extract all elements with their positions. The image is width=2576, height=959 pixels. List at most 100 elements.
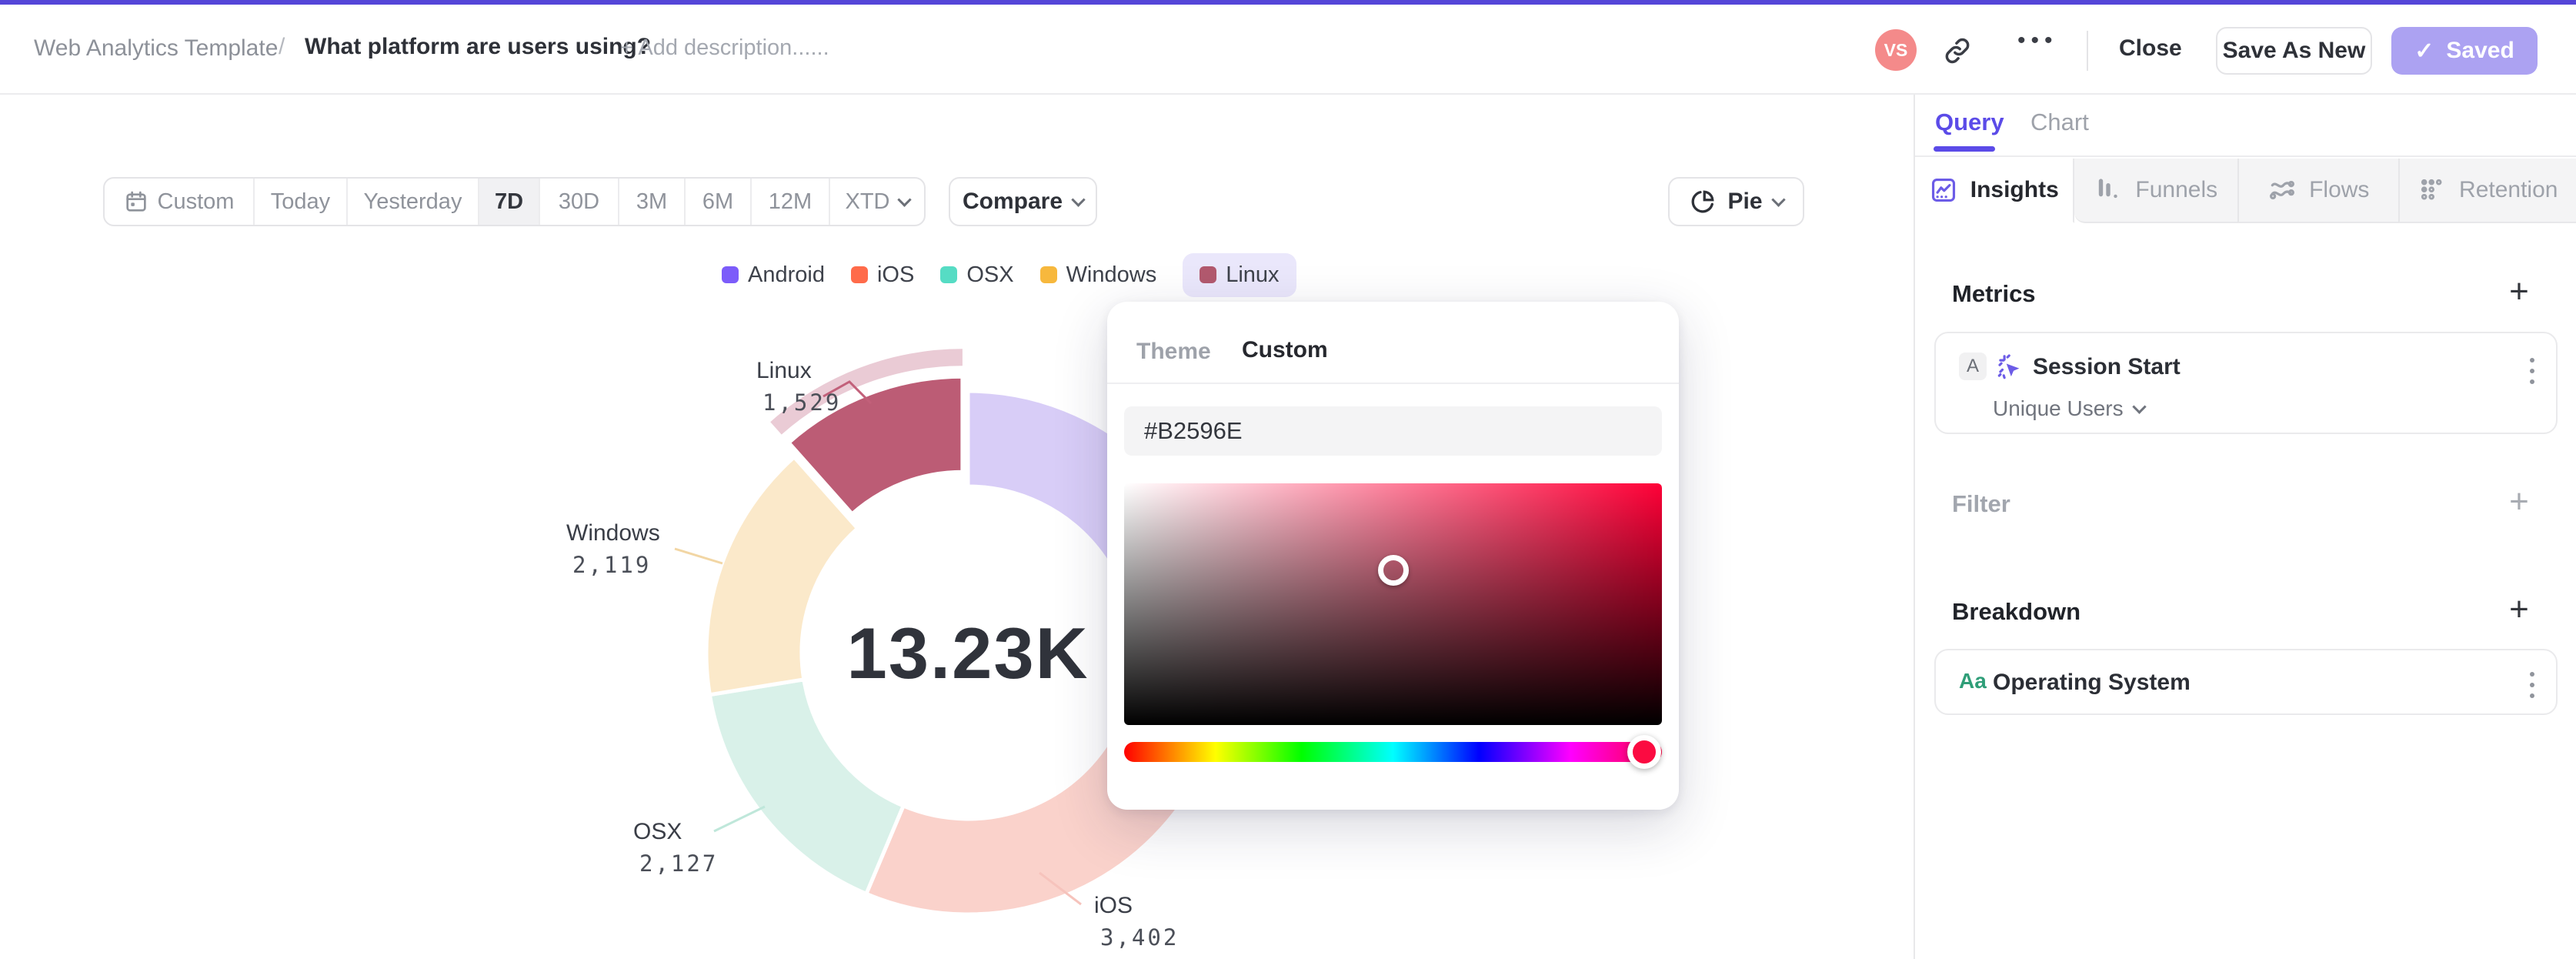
chart-legend: Android iOS OSX Windows Linux — [722, 252, 1296, 297]
add-filter-button[interactable]: + — [2502, 485, 2536, 519]
compare-button[interactable]: Compare — [949, 177, 1097, 226]
saved-button[interactable]: ✓ Saved — [2391, 27, 2538, 75]
pie-slice-osx[interactable] — [707, 677, 906, 896]
share-link-button[interactable] — [1940, 34, 1974, 68]
pie-label-ios: iOS 3,402 — [1094, 894, 1179, 949]
pie-label-name: Windows — [566, 520, 660, 546]
insight-tab-funnels[interactable]: Funnels — [2074, 159, 2238, 223]
pie-label-name: iOS — [1094, 893, 1133, 918]
breadcrumb-root[interactable]: Web Analytics Template — [34, 35, 278, 62]
hue-slider-handle[interactable] — [1627, 735, 1661, 769]
metric-menu-button[interactable] — [2530, 358, 2534, 384]
range-custom[interactable]: Custom — [105, 179, 253, 225]
insight-type-tabs: Insights Funnels Flows Retention — [1915, 159, 2576, 223]
range-30d[interactable]: 30D — [539, 179, 618, 225]
tab-theme[interactable]: Theme — [1136, 339, 1211, 365]
pie-label-osx: OSX 2,127 — [633, 820, 718, 875]
pie-label-value: 1,529 — [762, 389, 842, 416]
insight-tab-label: Funnels — [2135, 177, 2218, 202]
tab-query[interactable]: Query — [1935, 109, 2004, 136]
legend-swatch — [850, 266, 868, 283]
chevron-down-icon — [1770, 192, 1786, 207]
series-badge: A — [1959, 353, 1987, 380]
pie-label-linux: Linux 1,529 — [756, 359, 841, 414]
avatar[interactable]: VS — [1875, 29, 1917, 71]
pie-label-value: 2,127 — [639, 850, 719, 877]
header-divider — [2087, 31, 2088, 71]
save-as-new-button[interactable]: Save As New — [2216, 27, 2372, 75]
pie-label-value: 3,402 — [1100, 924, 1180, 951]
legend-item-android[interactable]: Android — [722, 262, 825, 288]
active-tab-underline — [1934, 146, 1995, 152]
breakdown-card[interactable]: Aa Operating System — [1934, 649, 2558, 715]
compare-label: Compare — [962, 189, 1063, 214]
chevron-down-icon — [2131, 399, 2147, 414]
legend-label: Android — [748, 262, 825, 287]
tab-custom[interactable]: Custom — [1242, 337, 1328, 363]
legend-item-linux[interactable]: Linux — [1183, 252, 1296, 297]
range-7d[interactable]: 7D — [478, 179, 539, 225]
insight-tab-label: Insights — [1970, 177, 2059, 202]
insight-tab-insights[interactable]: Insights — [1915, 159, 2074, 223]
add-description-button[interactable]: + Add description...... — [620, 35, 829, 61]
hue-slider[interactable] — [1124, 735, 1662, 769]
breadcrumb-separator: / — [279, 34, 285, 59]
range-label: 7D — [494, 189, 524, 214]
color-cursor[interactable] — [1377, 555, 1409, 586]
breakdown-heading: Breakdown — [1952, 598, 2081, 625]
funnels-icon — [2099, 179, 2118, 199]
calendar-icon — [125, 191, 146, 212]
range-label: 30D — [558, 189, 600, 214]
insight-tab-retention[interactable]: Retention — [2397, 159, 2576, 223]
range-label: 6M — [702, 189, 734, 214]
color-picker-popup: Theme Custom — [1107, 302, 1679, 810]
range-label: Today — [270, 189, 331, 214]
legend-item-windows[interactable]: Windows — [1039, 262, 1156, 288]
metric-aggregation[interactable]: Unique Users — [1993, 396, 2147, 421]
chevron-down-icon — [896, 192, 912, 207]
range-label: XTD — [845, 189, 890, 214]
date-range-group: Custom Today Yesterday 7D 30D 3M 6M 12M XTD — [103, 177, 926, 226]
app-header: Web Analytics Template / What platform a… — [0, 5, 2576, 95]
add-metric-button[interactable]: + — [2502, 275, 2536, 309]
more-menu-button[interactable]: ••• — [2017, 28, 2058, 54]
pie-label-value: 2,119 — [572, 552, 652, 578]
check-icon: ✓ — [2414, 38, 2434, 64]
hex-color-input[interactable] — [1124, 406, 1662, 456]
chevron-down-icon — [1071, 192, 1086, 207]
add-breakdown-button[interactable]: + — [2502, 593, 2536, 627]
chart-type-button[interactable]: Pie — [1668, 177, 1804, 226]
legend-swatch — [1039, 266, 1057, 283]
legend-item-osx[interactable]: OSX — [940, 262, 1014, 288]
range-12m[interactable]: 12M — [750, 179, 829, 225]
legend-swatch — [1200, 266, 1217, 283]
pie-icon — [1692, 190, 1714, 213]
saved-label: Saved — [2446, 38, 2514, 63]
range-3m[interactable]: 3M — [618, 179, 684, 225]
page-title[interactable]: What platform are users using? — [305, 34, 651, 60]
chart-type-label: Pie — [1727, 189, 1763, 214]
range-label: 3M — [636, 189, 668, 214]
legend-label: Linux — [1226, 262, 1280, 287]
pie-label-windows: Windows 2,119 — [566, 522, 660, 576]
range-6m[interactable]: 6M — [684, 179, 750, 225]
breakdown-menu-button[interactable] — [2530, 672, 2534, 698]
range-xtd[interactable]: XTD — [829, 179, 924, 225]
breakdown-title[interactable]: Operating System — [1993, 670, 2191, 696]
range-today[interactable]: Today — [253, 179, 346, 225]
insight-tab-flows[interactable]: Flows — [2237, 159, 2398, 223]
tab-chart[interactable]: Chart — [2030, 109, 2089, 136]
event-sparkle-icon — [1997, 354, 2020, 379]
metric-card[interactable]: A Session Start Unique Users — [1934, 332, 2558, 434]
close-button[interactable]: Close — [2119, 35, 2182, 62]
legend-label: OSX — [966, 262, 1014, 287]
range-yesterday[interactable]: Yesterday — [346, 179, 478, 225]
pie-label-name: Linux — [756, 358, 812, 383]
saturation-value-area[interactable] — [1124, 483, 1662, 725]
insight-tab-label: Retention — [2459, 177, 2558, 202]
flows-icon — [2270, 180, 2295, 200]
metric-title[interactable]: Session Start — [2033, 354, 2181, 380]
legend-label: iOS — [876, 262, 915, 287]
legend-item-ios[interactable]: iOS — [850, 262, 915, 288]
color-picker-tabs: Theme Custom — [1107, 302, 1679, 384]
